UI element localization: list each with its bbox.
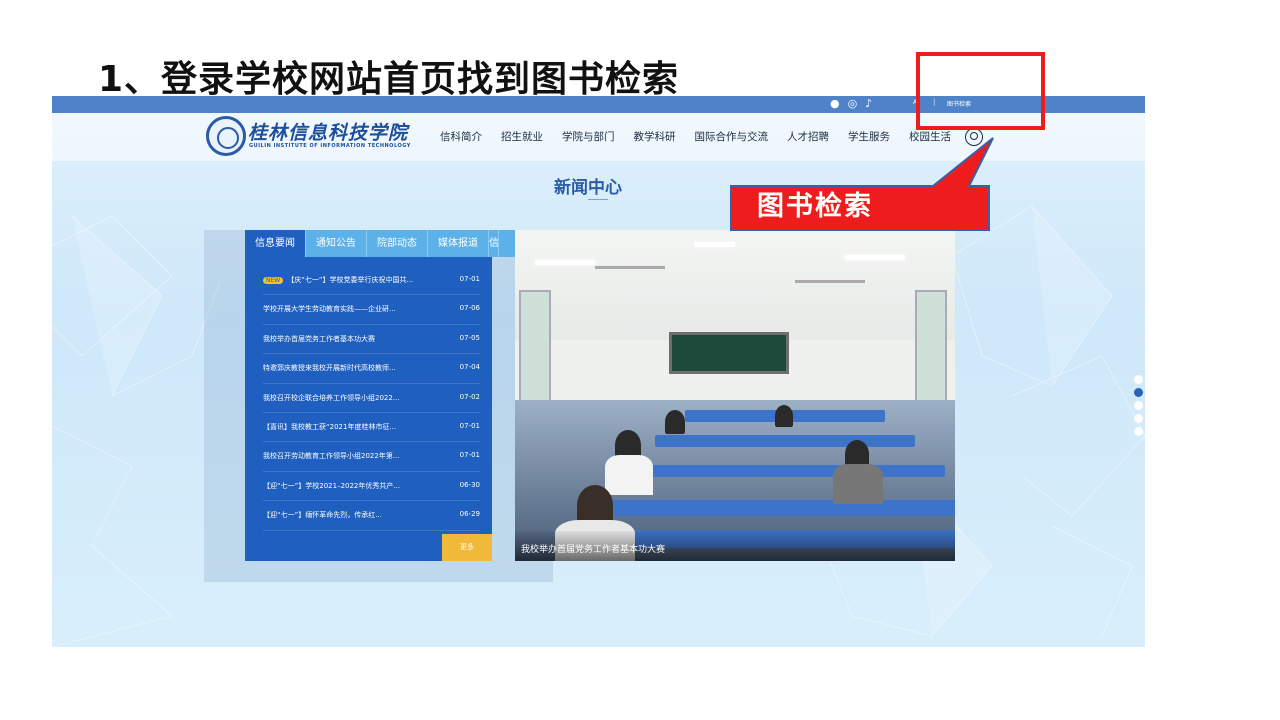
tab-department-news[interactable]: 院部动态 [367,230,428,257]
carousel-dot[interactable] [1134,427,1143,436]
photo-student [665,410,685,434]
wechat-icon[interactable]: ● [830,97,840,110]
tab-notices[interactable]: 通知公告 [306,230,367,257]
photo-light [695,242,735,247]
photo-fan [795,280,865,283]
nav-item[interactable]: 学院与部门 [562,129,615,144]
photo-window [519,290,551,410]
photo-student [775,405,793,427]
news-item-title: 学校开展大学生劳动教育实践——企业研... [263,305,396,314]
news-item-title: 【迎“七一”】学校2021–2022年优秀共产... [263,481,401,490]
photo-desk-row [655,435,915,447]
weibo-icon[interactable]: ◎ [848,97,858,110]
news-item-text: 【庆“七一”】学校党委举行庆祝中国共... [287,276,414,284]
news-item-title: 我校举办首届党务工作者基本功大赛 [263,334,375,343]
photo-caption: 我校举办首届党务工作者基本功大赛 [521,545,666,555]
news-panel: 信息要闻 通知公告 院部动态 媒体报道 信 NEW 【庆“七一”】学校党委举行庆祝… [245,230,515,561]
nav-item[interactable]: 招生就业 [501,129,543,144]
news-item-title: 【喜讯】我校教工获“2021年度桂林市征... [263,422,397,431]
highlight-box [916,52,1045,130]
news-item-date: 07-04 [459,363,480,372]
carousel-dot[interactable] [1134,401,1143,410]
tab-partial[interactable]: 信 [489,230,499,257]
news-item-title: 【迎“七一”】缅怀革命先烈，传承红... [263,511,382,520]
photo-student [577,485,613,525]
school-seal-icon[interactable] [206,116,246,156]
news-item-date: 07-05 [459,333,480,342]
list-item[interactable]: 我校举办首届党务工作者基本功大赛 07-05 [263,325,480,355]
carousel-dots [1134,375,1143,440]
news-item-date: 07-01 [459,275,480,283]
carousel-dot-active[interactable] [1134,388,1143,397]
list-item[interactable]: 特邀郭庆教授来我校开展新时代高校教师... 07-04 [263,354,480,384]
photo-caption-bar: 我校举办首届党务工作者基本功大赛 [515,531,955,561]
news-section-title: 新闻中心 [554,178,622,198]
photo-shirt [833,464,883,504]
news-item-title: 我校召开劳动教育工作领导小组2022年第... [263,452,400,461]
news-tabs: 信息要闻 通知公告 院部动态 媒体报道 信 [245,230,515,257]
photo-window [915,290,947,410]
list-item[interactable]: 【迎“七一”】学校2021–2022年优秀共产... 06-30 [263,472,480,502]
photo-light [535,260,595,265]
carousel-dot[interactable] [1134,375,1143,384]
photo-ceiling [515,230,955,340]
news-list: NEW 【庆“七一”】学校党委举行庆祝中国共... 07-01 学校开展大学生劳动教… [245,266,492,531]
more-button[interactable]: 更多 [442,534,492,561]
carousel-dot[interactable] [1134,414,1143,423]
photo-light [845,255,905,260]
list-item[interactable]: 我校召开校企联合培养工作领导小组2022... 07-02 [263,384,480,413]
tiktok-icon[interactable]: ♪ [865,97,872,110]
school-logo-english: GUILIN INSTITUTE OF INFORMATION TECHNOLO… [249,143,411,149]
social-links: ● ◎ ♪ [830,97,880,110]
slide: 1、登录学校网站首页找到图书检索 ● ◎ ♪ A | 图书检索 桂林信息科技学院… [0,0,1280,720]
photo-shirt [605,455,653,495]
news-item-date: 07-06 [459,304,480,313]
photo-fan [595,266,665,269]
title-underline [588,199,608,200]
photo-desk-row [585,500,955,516]
new-badge: NEW [263,277,284,284]
list-item[interactable]: 【迎“七一”】缅怀革命先烈，传承红... 06-29 [263,501,480,531]
slide-title: 1、登录学校网站首页找到图书检索 [98,59,680,100]
news-item-date: 07-01 [459,451,480,460]
news-item-date: 07-01 [459,421,480,430]
photo-desk-row [625,465,945,477]
news-item-date: 06-29 [459,510,480,519]
callout-label: 图书检索 [757,191,873,222]
news-item-date: 06-30 [459,480,480,489]
list-item[interactable]: 【喜讯】我校教工获“2021年度桂林市征... 07-01 [263,413,480,443]
nav-item[interactable]: 信科简介 [440,129,482,144]
news-photo[interactable]: 我校举办首届党务工作者基本功大赛 [515,230,955,561]
list-item[interactable]: NEW 【庆“七一”】学校党委举行庆祝中国共... 07-01 [263,266,480,296]
news-item-title: NEW 【庆“七一”】学校党委举行庆祝中国共... [263,275,443,285]
nav-item[interactable]: 教学科研 [634,129,676,144]
photo-blackboard [669,332,789,374]
news-item-title: 特邀郭庆教授来我校开展新时代高校教师... [263,364,396,373]
tab-media[interactable]: 媒体报道 [428,230,489,257]
news-item-title: 我校召开校企联合培养工作领导小组2022... [263,393,400,402]
list-item[interactable]: 我校召开劳动教育工作领导小组2022年第... 07-01 [263,442,480,472]
school-logo-name[interactable]: 桂林信息科技学院 [248,118,408,145]
news-item-date: 07-02 [459,392,480,401]
tab-headlines[interactable]: 信息要闻 [245,230,306,257]
list-item[interactable]: 学校开展大学生劳动教育实践——企业研... 07-06 [263,295,480,325]
